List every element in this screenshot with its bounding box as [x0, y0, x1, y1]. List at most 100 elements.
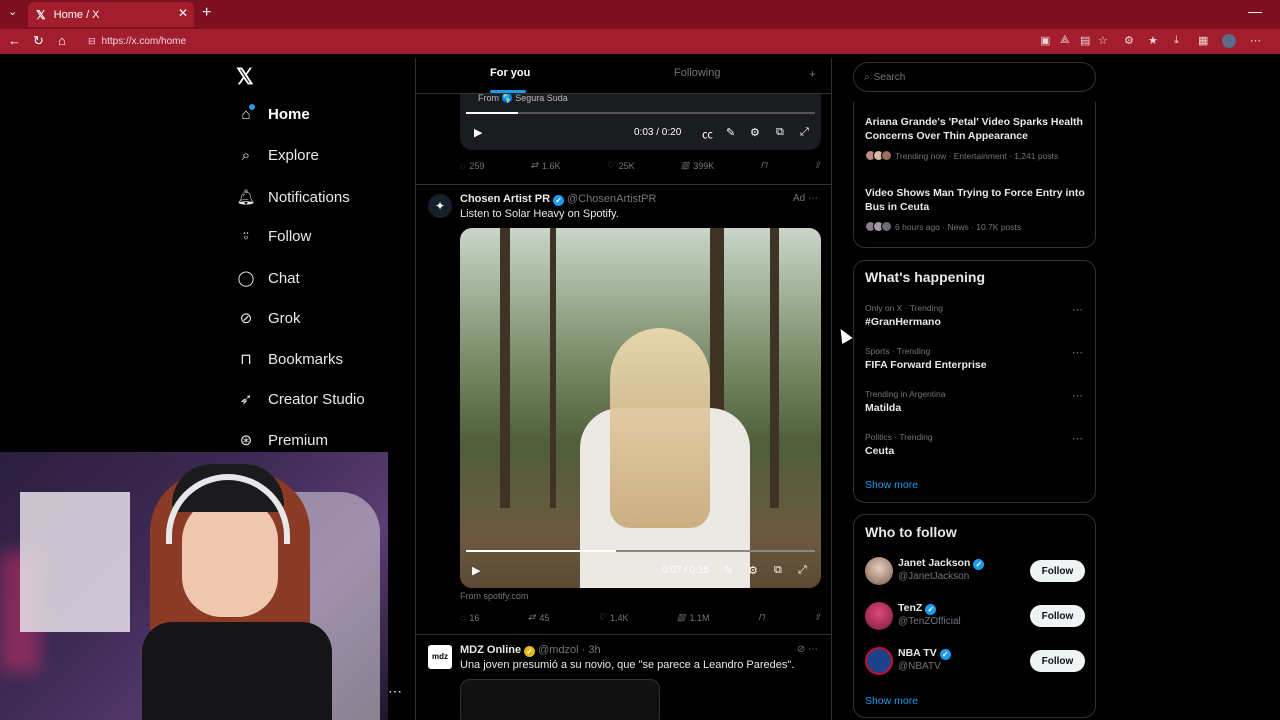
address-bar[interactable]: ⊟ https://x.com/home	[80, 32, 1100, 51]
add-feed-icon[interactable]: +	[809, 67, 816, 81]
bookmark-button[interactable]: ⊓	[760, 160, 767, 171]
news-headline[interactable]: Ariana Grande's 'Petal' Video Sparks Hea…	[865, 116, 1089, 143]
pip-icon[interactable]: ⧉	[776, 126, 784, 139]
nav-item-explore[interactable]: ⌕ Explore	[236, 147, 319, 164]
post-image[interactable]	[460, 679, 660, 720]
bookmark-button[interactable]: ⊓	[758, 612, 765, 623]
trend-name[interactable]: Matilda	[865, 402, 901, 414]
active-tab-indicator	[490, 90, 526, 93]
nav-item-notifications[interactable]: 🔔︎ Notifications	[236, 188, 349, 207]
mdz-avatar[interactable]: mdz	[428, 645, 452, 669]
like-button[interactable]: ♡ 1.4K	[598, 612, 629, 623]
close-tab-icon[interactable]: ✕	[178, 6, 188, 20]
chosen-artist-avatar[interactable]: ✦	[428, 194, 452, 218]
avatar[interactable]	[865, 557, 893, 585]
repost-button[interactable]: ⇄ 1.6K	[530, 160, 560, 171]
pip-icon[interactable]: ⧉	[774, 564, 782, 577]
downloads-icon[interactable]: ⤓	[1174, 34, 1179, 47]
mute-icon[interactable]: ✎	[726, 126, 735, 139]
reload-icon[interactable]: ↻	[33, 33, 44, 49]
more-icon[interactable]: ⋯	[808, 644, 818, 655]
trend-name[interactable]: #GranHermano	[865, 316, 941, 328]
account-name[interactable]: NBA TV ✓	[898, 647, 954, 660]
video-player[interactable]: From 🌎 Segura Suda ▶ 0:03 / 0:20 ㏄ ✎ ⚙ ⧉…	[460, 90, 821, 150]
reply-button[interactable]: ◌ 16	[460, 613, 479, 623]
reader-icon[interactable]: ▤	[1080, 34, 1090, 47]
share-button[interactable]: ⇪	[813, 160, 821, 171]
play-icon[interactable]: ▶	[472, 564, 480, 577]
collections-icon[interactable]: ▦	[1198, 34, 1208, 47]
tab-list-chevron-icon[interactable]: ⌄	[8, 5, 17, 18]
mute-icon[interactable]: ✎	[724, 564, 733, 577]
search-icon: ⌕	[241, 147, 251, 164]
reply-button[interactable]: ◌ 259	[460, 161, 484, 171]
more-icon[interactable]: ⋯	[1072, 389, 1083, 402]
grok-icon[interactable]: ⊘	[797, 644, 805, 655]
favorites-icon[interactable]: ★	[1148, 34, 1158, 47]
post-author[interactable]: Chosen Artist PR ✓ @ChosenArtistPR	[460, 193, 656, 206]
account-name[interactable]: TenZ ✓	[898, 602, 939, 615]
post-video[interactable]: ▶ 0:07 / 0:15 ✎ ⚙ ⧉ ⤢	[460, 228, 821, 588]
x-logo-icon[interactable]: 𝕏	[236, 64, 254, 90]
back-icon[interactable]: ←	[8, 33, 21, 48]
show-more-link[interactable]: Show more	[865, 479, 918, 491]
nav-item-home[interactable]: ⌂ Home	[236, 104, 310, 123]
news-meta-text: 6 hours ago · News · 10.7K posts	[895, 221, 1022, 232]
video-progress-bar[interactable]	[466, 550, 815, 552]
author-name: MDZ Online	[460, 644, 522, 656]
trend-name[interactable]: FIFA Forward Enterprise	[865, 359, 987, 371]
nav-item-follow[interactable]: ⍤ Follow	[236, 228, 311, 245]
settings-icon[interactable]: ⚙	[750, 126, 760, 139]
post-author[interactable]: MDZ Online ✓ @mdzol · 3h	[460, 644, 601, 657]
views-button[interactable]: ▥ 399K	[681, 160, 715, 171]
window-minimize-icon[interactable]: —	[1248, 3, 1262, 19]
favorite-star-icon[interactable]: ☆	[1098, 34, 1108, 47]
verified-badge-icon: ✓	[553, 195, 565, 206]
extension-icon[interactable]: ▣	[1040, 34, 1050, 47]
follow-button[interactable]: Follow	[1030, 605, 1085, 627]
new-tab-icon[interactable]: +	[202, 4, 211, 22]
show-more-link[interactable]: Show more	[865, 695, 918, 707]
home-browser-icon[interactable]: ⌂	[58, 33, 66, 48]
news-headline[interactable]: Video Shows Man Trying to Force Entry in…	[865, 187, 1089, 214]
extension-icon[interactable]: ⚙	[1124, 34, 1134, 47]
news-card: Ariana Grande's 'Petal' Video Sparks Hea…	[853, 102, 1096, 248]
follow-button[interactable]: Follow	[1030, 650, 1085, 672]
fullscreen-icon[interactable]: ⤢	[798, 564, 807, 577]
like-button[interactable]: ♡ 25K	[607, 160, 635, 171]
translate-icon[interactable]: ⟁	[1060, 34, 1070, 47]
avatar[interactable]	[865, 647, 893, 675]
more-icon[interactable]: ⋯	[1072, 346, 1083, 359]
share-button[interactable]: ⇪	[813, 612, 821, 623]
nav-item-premium[interactable]: ⊛ Premium	[236, 431, 328, 450]
trend-name[interactable]: Ceuta	[865, 445, 894, 457]
avatar[interactable]	[865, 602, 893, 630]
follow-button[interactable]: Follow	[1030, 560, 1085, 582]
nav-item-creator-studio[interactable]: ➶ Creator Studio	[236, 390, 365, 409]
repost-button[interactable]: ⇄ 45	[528, 612, 550, 623]
link-source[interactable]: From spotify.com	[460, 591, 528, 601]
captions-icon[interactable]: ㏄	[702, 126, 713, 142]
more-icon[interactable]: ⋯	[1072, 432, 1083, 445]
more-options-icon[interactable]: ⋯	[1250, 34, 1261, 47]
views-button[interactable]: ▥ 1.1M	[677, 612, 710, 623]
browser-profile-avatar[interactable]	[1222, 34, 1236, 48]
more-icon[interactable]: ⋯	[388, 683, 402, 700]
tab-for-you[interactable]: For you	[490, 67, 530, 79]
site-info-icon[interactable]: ⊟	[88, 36, 96, 47]
more-icon[interactable]: ⋯	[1072, 303, 1083, 316]
nav-item-grok[interactable]: ⊘ Grok	[236, 309, 301, 328]
home-icon: ⌂	[236, 104, 256, 123]
more-icon[interactable]: ⋯	[808, 193, 818, 204]
play-icon[interactable]: ▶	[474, 126, 482, 139]
video-progress-bar[interactable]	[466, 112, 815, 114]
settings-icon[interactable]: ⚙	[748, 564, 758, 577]
browser-tab[interactable]: 𝕏 Home / X ✕	[28, 2, 194, 27]
nav-item-bookmarks[interactable]: ⊓ Bookmarks	[236, 350, 343, 369]
search-input[interactable]: ⌕ Search	[853, 62, 1096, 92]
feed-post[interactable]: mdz MDZ Online ✓ @mdzol · 3h ⊘ ⋯ Una joven…	[416, 634, 831, 720]
tab-following[interactable]: Following	[674, 67, 720, 79]
nav-item-chat[interactable]: ◯ Chat	[236, 269, 300, 288]
fullscreen-icon[interactable]: ⤢	[800, 126, 809, 139]
account-name[interactable]: Janet Jackson ✓	[898, 557, 987, 570]
